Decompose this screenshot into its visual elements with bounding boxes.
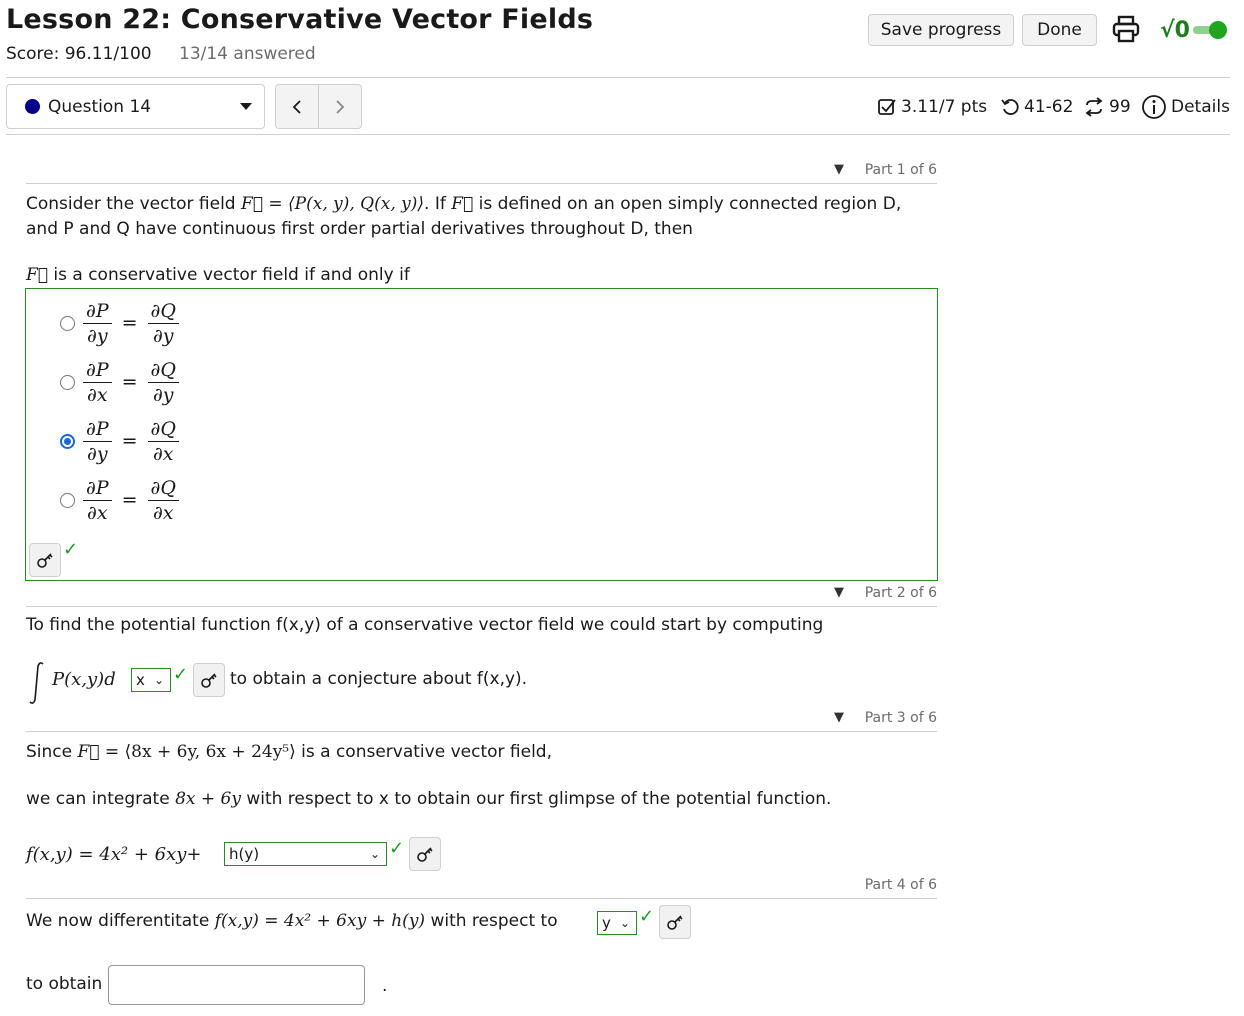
part-3-integrate: we can integrate 8x + 6y with respect to…	[26, 789, 832, 809]
question-label: Question 14	[48, 96, 152, 117]
collapse-triangle-icon: ▼	[834, 585, 844, 600]
previous-question-button[interactable]	[275, 84, 319, 129]
retries-display: 99	[1083, 92, 1131, 122]
details-button[interactable]: Details	[1141, 92, 1230, 122]
attempts-display: 41-62	[1000, 92, 1073, 122]
retry-arrows-icon	[1085, 97, 1103, 117]
header-divider	[6, 77, 1230, 78]
choice-option-3[interactable]: ∂P ∂y = ∂Q ∂x	[60, 413, 179, 469]
part-1-header[interactable]: ▼ Part 1 of 6	[26, 160, 937, 184]
correct-checkmark-icon: ✓	[173, 664, 189, 685]
points-text: 3.11/7 pts	[901, 97, 988, 117]
checkbox-icon	[878, 99, 896, 115]
correct-checkmark-icon: ✓	[63, 539, 79, 560]
variable-select[interactable]: x ⌄	[131, 668, 171, 692]
collapse-triangle-icon: ▼	[834, 710, 844, 725]
h-function-select[interactable]: h(y) ⌄	[224, 842, 387, 866]
key-icon	[37, 553, 53, 568]
part-4-differentiate: We now differentitate f(x,y) = 4x² + 6xy…	[26, 911, 558, 931]
show-answer-key-button[interactable]	[409, 837, 441, 871]
chevron-left-icon	[292, 99, 301, 114]
collapse-triangle-icon: ▼	[834, 162, 844, 177]
correct-checkmark-icon: ✓	[389, 838, 405, 859]
part-2-text: To find the potential function f(x,y) of…	[26, 615, 824, 635]
part-label: Part 1 of 6	[864, 162, 937, 178]
score-text: Score: 96.11/100	[6, 44, 152, 64]
key-icon	[417, 847, 433, 862]
save-progress-button[interactable]: Save progress	[868, 14, 1014, 46]
done-button[interactable]: Done	[1022, 14, 1097, 46]
part-label: Part 4 of 6	[864, 877, 937, 893]
part-2-after-text: to obtain a conjecture about f(x,y).	[230, 669, 528, 689]
radio-button[interactable]	[60, 315, 75, 331]
potential-function-expression: f(x,y) = 4x² + 6xy+	[26, 844, 202, 865]
sentence-period: .	[382, 976, 388, 996]
score-line: Score: 96.11/100 13/14 answered	[6, 44, 316, 64]
obtain-label: to obtain	[26, 974, 103, 994]
key-icon	[201, 673, 217, 688]
differentiate-variable-select[interactable]: y ⌄	[597, 911, 637, 935]
choice-option-2[interactable]: ∂P ∂x = ∂Q ∂y	[60, 354, 179, 410]
derivative-answer-input[interactable]	[108, 965, 365, 1005]
choice-group: ∂P ∂y = ∂Q ∂y ∂P ∂x = ∂Q ∂y ∂P ∂y = ∂Q ∂x ∂P ∂x…	[25, 288, 938, 581]
show-answer-key-button[interactable]	[659, 905, 691, 939]
dropdown-caret-icon	[240, 103, 252, 110]
print-icon[interactable]	[1112, 14, 1140, 44]
chevron-down-icon: ⌄	[153, 673, 164, 687]
math-display-label: √0	[1160, 17, 1190, 43]
part-label: Part 2 of 6	[864, 585, 937, 601]
chevron-right-icon	[336, 99, 345, 114]
radio-button[interactable]	[60, 374, 75, 390]
attempts-text: 41-62	[1024, 97, 1074, 117]
radio-button-selected[interactable]	[60, 433, 75, 449]
question-status-dot	[25, 99, 40, 114]
show-answer-key-button[interactable]	[193, 663, 225, 697]
details-label: Details	[1171, 97, 1230, 117]
part-1-intro: Consider the vector field F⃗ = ⟨P(x, y),…	[26, 194, 902, 239]
lesson-title: Lesson 22: Conservative Vector Fields	[6, 4, 594, 35]
part-4-header[interactable]: Part 4 of 6	[26, 875, 937, 899]
part-3-header[interactable]: ▼ Part 3 of 6	[26, 708, 937, 732]
part-1-prompt: F⃗ is a conservative vector field if and…	[26, 265, 410, 285]
show-answer-key-button[interactable]	[29, 543, 61, 577]
key-icon	[667, 915, 683, 930]
retries-text: 99	[1109, 97, 1131, 117]
correct-checkmark-icon: ✓	[639, 906, 655, 927]
undo-icon	[1001, 99, 1019, 115]
choice-option-1[interactable]: ∂P ∂y = ∂Q ∂y	[60, 295, 179, 351]
chevron-down-icon: ⌄	[619, 916, 630, 930]
info-icon	[1142, 95, 1166, 119]
part-2-header[interactable]: ▼ Part 2 of 6	[26, 583, 937, 607]
math-display-toggle[interactable]: √0	[1160, 14, 1230, 46]
part-3-since: Since F⃗ = ⟨8x + 6y, 6x + 24y⁵⟩ is a con…	[26, 742, 552, 762]
toggle-switch-icon	[1192, 21, 1227, 39]
next-question-button[interactable]	[318, 84, 362, 129]
chevron-down-icon: ⌄	[369, 847, 380, 861]
question-select[interactable]: Question 14	[6, 84, 265, 129]
part-label: Part 3 of 6	[864, 710, 937, 726]
radio-button[interactable]	[60, 492, 75, 508]
integral-sign	[26, 660, 48, 710]
answered-count: 13/14 answered	[179, 44, 316, 64]
integral-expression: P(x,y)d	[52, 669, 116, 690]
nav-divider	[6, 134, 1230, 135]
points-display: 3.11/7 pts	[877, 92, 987, 122]
choice-option-4[interactable]: ∂P ∂x = ∂Q ∂x	[60, 472, 179, 528]
